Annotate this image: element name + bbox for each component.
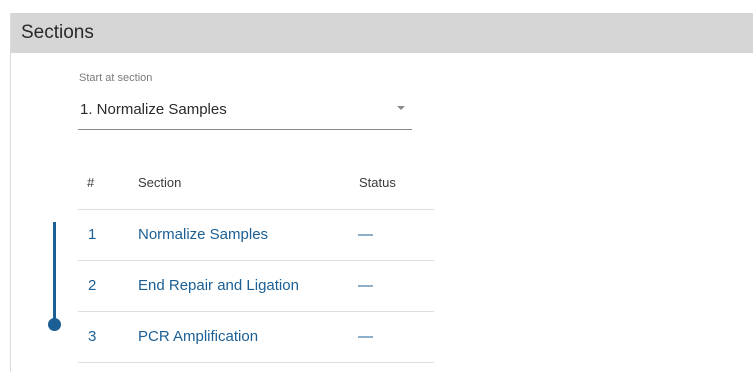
row-number: 3 [88,328,97,345]
panel-header: Sections [11,13,753,53]
column-header-number: # [87,175,95,190]
row-status: — [358,226,373,243]
section-link[interactable]: End Repair and Ligation [138,277,299,294]
section-range-line [53,222,56,324]
section-range-end-handle[interactable] [48,318,61,331]
section-link[interactable]: PCR Amplification [138,328,258,345]
column-header-section: Section [138,175,182,190]
caret-down-icon [397,106,405,110]
row-status: — [358,277,373,294]
table-row[interactable]: 1 Normalize Samples — [78,210,434,261]
section-link[interactable]: Normalize Samples [138,226,268,243]
start-section-selected-value: 1. Normalize Samples [80,101,227,118]
row-status: — [358,328,373,345]
sections-panel: Sections Start at section 1. Normalize S… [10,13,753,372]
row-number: 1 [88,226,97,243]
table-row[interactable]: 2 End Repair and Ligation — [78,261,434,312]
table-row[interactable]: 3 PCR Amplification — [78,312,434,363]
sections-table: # Section Status 1 Normalize Samples — 2… [78,163,434,363]
panel-title: Sections [21,22,94,43]
column-header-status: Status [359,175,396,190]
start-section-select[interactable]: 1. Normalize Samples [78,93,412,130]
row-number: 2 [88,277,97,294]
table-header: # Section Status [78,163,434,210]
start-section-label: Start at section [79,72,153,84]
